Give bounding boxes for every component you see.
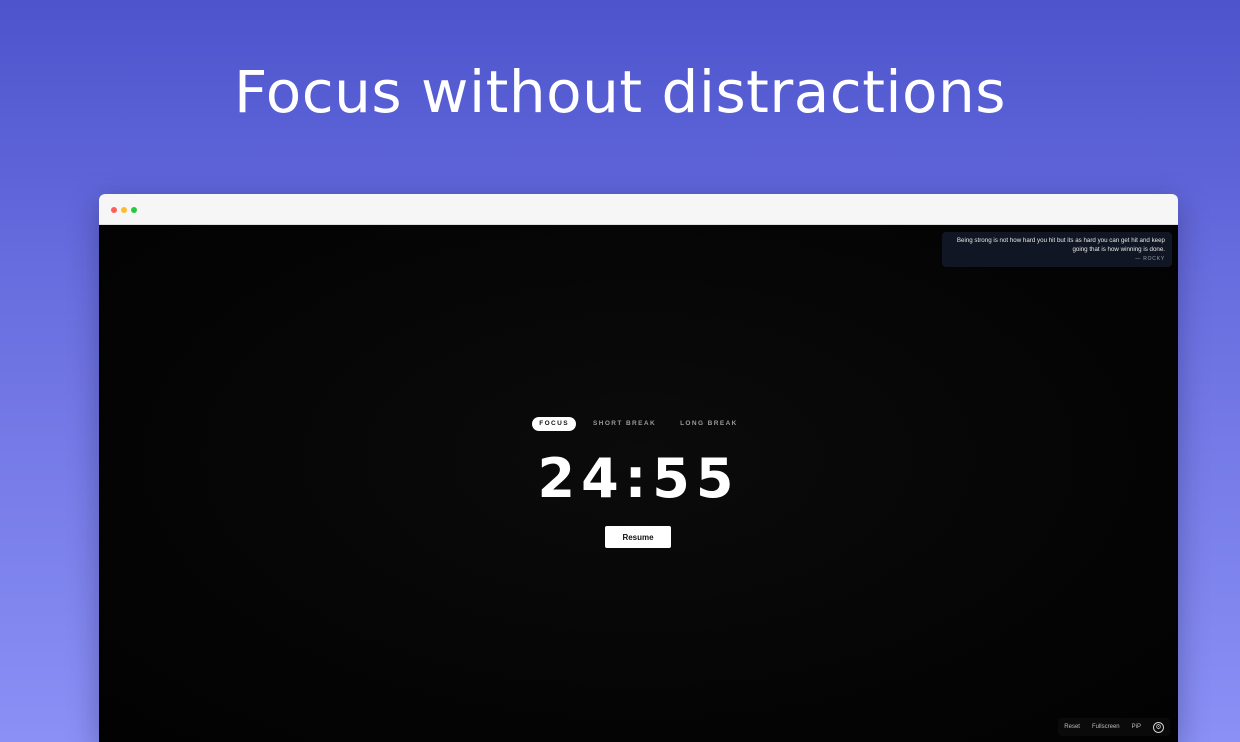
pip-button[interactable]: PiP — [1132, 724, 1141, 730]
quote-author: — ROCKY — [1135, 256, 1165, 262]
app-window: Being strong is not how hard you hit but… — [99, 194, 1178, 742]
minimize-window-button[interactable] — [121, 207, 127, 213]
quote-text: Being strong is not how hard you hit but… — [956, 237, 1165, 253]
timer-screen: Being strong is not how hard you hit but… — [99, 225, 1178, 742]
resume-button[interactable]: Resume — [605, 526, 671, 548]
fullscreen-button[interactable]: Fullscreen — [1092, 724, 1120, 730]
quote-card: Being strong is not how hard you hit but… — [942, 232, 1172, 267]
close-window-button[interactable] — [111, 207, 117, 213]
mode-tabs: FOCUS SHORT BREAK LONG BREAK — [99, 417, 1178, 431]
countdown-timer: 24:55 — [537, 447, 740, 510]
tab-focus[interactable]: FOCUS — [532, 417, 576, 431]
page-headline: Focus without distractions — [233, 58, 1007, 126]
tab-short-break[interactable]: SHORT BREAK — [586, 417, 663, 431]
bottom-toolbar: Reset Fullscreen PiP ⚙ — [1058, 718, 1170, 736]
tab-long-break[interactable]: LONG BREAK — [673, 417, 745, 431]
maximize-window-button[interactable] — [131, 207, 137, 213]
reset-button[interactable]: Reset — [1064, 724, 1080, 730]
gear-icon[interactable]: ⚙ — [1153, 721, 1164, 733]
window-titlebar — [99, 194, 1178, 225]
